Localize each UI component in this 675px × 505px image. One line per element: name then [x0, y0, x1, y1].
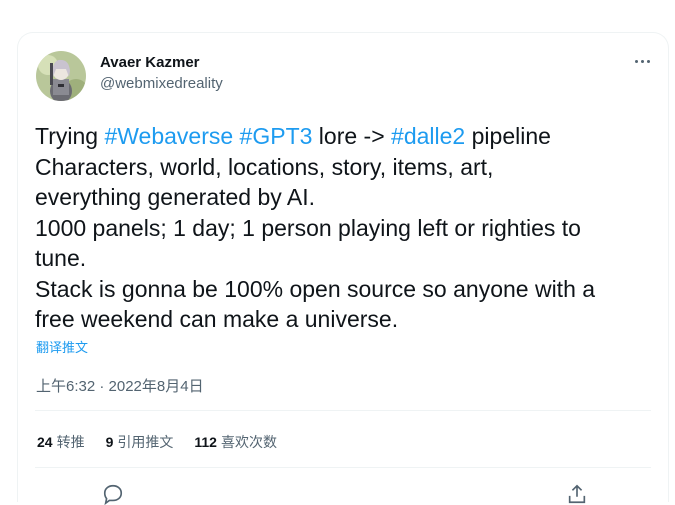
- likes-count: 112: [194, 434, 217, 450]
- avatar[interactable]: [36, 51, 86, 101]
- tweet-text-segment: tune.: [35, 245, 87, 271]
- tweet-text-segment: 1000 panels; 1 day; 1 person playing lef…: [35, 214, 581, 241]
- tweet-card: Avaer Kazmer @webmixedreality Trying #We…: [17, 32, 669, 505]
- tweet-text-line: free weekend can make a universe.: [35, 304, 660, 335]
- hashtag-link[interactable]: #dalle2: [391, 123, 465, 149]
- tweet-text-segment: everything generated by AI.: [35, 184, 316, 210]
- tweet-timestamp[interactable]: 上午6:32 · 2022年8月4日: [36, 375, 204, 396]
- hashtag-link[interactable]: #Webaverse: [104, 123, 233, 149]
- tweet-text-line: tune.: [35, 243, 660, 274]
- divider: [35, 467, 651, 468]
- quotes-count: 9: [105, 434, 114, 450]
- tweet-text-line: 1000 panels; 1 day; 1 person playing lef…: [35, 213, 660, 244]
- translate-tweet-link[interactable]: 翻译推文: [36, 337, 88, 356]
- tweet-text: Trying #Webaverse #GPT3 lore -> #dalle2 …: [35, 121, 660, 335]
- tweet-text-line: Trying #Webaverse #GPT3 lore -> #dalle2 …: [35, 121, 660, 152]
- author-handle[interactable]: @webmixedreality: [100, 74, 223, 94]
- tweet-text-segment: lore ->: [312, 123, 392, 149]
- tweet-text-segment: Trying: [35, 123, 105, 149]
- likes-stat[interactable]: 112 喜欢次数: [194, 432, 277, 452]
- retweets-label: 转推: [56, 434, 85, 450]
- tweet-text-segment: free weekend can make a universe.: [35, 306, 399, 332]
- share-icon[interactable]: [566, 483, 588, 505]
- more-options-button[interactable]: [630, 51, 654, 71]
- author-info[interactable]: Avaer Kazmer @webmixedreality: [100, 53, 223, 94]
- tweet-text-line: Stack is gonna be 100% open source so an…: [35, 274, 660, 305]
- retweets-count: 24: [37, 434, 53, 450]
- hashtag-link[interactable]: #GPT3: [240, 123, 313, 149]
- retweets-stat[interactable]: 24 转推: [37, 432, 85, 452]
- tweet-text-line: everything generated by AI.: [35, 182, 660, 213]
- author-display-name[interactable]: Avaer Kazmer: [100, 53, 223, 73]
- tweet-stats: 24 转推 9 引用推文 112 喜欢次数: [37, 432, 277, 452]
- quotes-label: 引用推文: [117, 434, 174, 450]
- quotes-stat[interactable]: 9 引用推文: [106, 432, 174, 452]
- tweet-text-segment: pipeline: [465, 123, 551, 149]
- avatar-image: [36, 51, 86, 101]
- reply-icon[interactable]: [102, 483, 124, 505]
- likes-label: 喜欢次数: [220, 434, 277, 450]
- action-bar: [18, 479, 668, 505]
- tweet-text-segment: Characters, world, locations, story, ite…: [35, 153, 494, 180]
- tweet-text-line: Characters, world, locations, story, ite…: [35, 152, 660, 183]
- tweet-text-segment: Stack is gonna be 100% open source so an…: [35, 275, 596, 302]
- divider: [35, 410, 651, 411]
